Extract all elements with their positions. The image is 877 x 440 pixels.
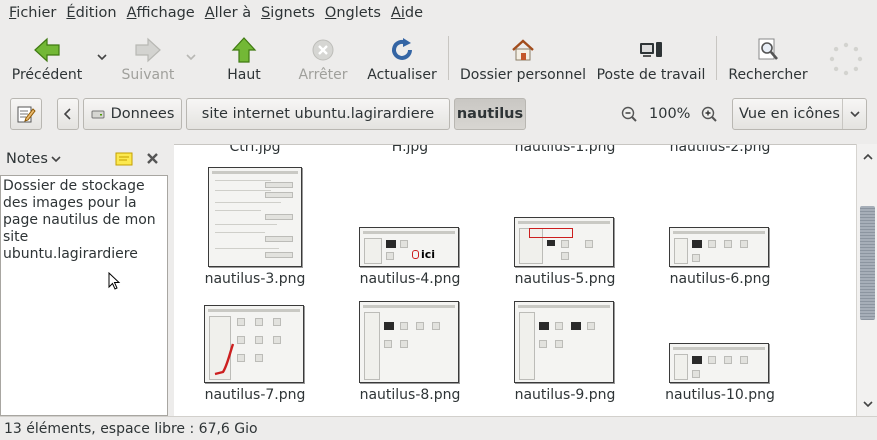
icon-view[interactable]: Ctrl.jpg H.jpg nautilus-1.png nautilus-2… — [174, 144, 856, 416]
zoom-in-icon[interactable] — [701, 106, 717, 122]
toolbar: Précédent Suivant Haut Arrêter Actualise… — [0, 28, 877, 88]
toggle-location-entry-button[interactable] — [10, 98, 42, 130]
breadcrumb-donnees[interactable]: Donnees — [83, 98, 182, 130]
status-bar: 13 éléments, espace libre : 67,6 Gio — [0, 416, 877, 440]
image-thumbnail — [514, 217, 614, 267]
image-thumbnail — [669, 343, 769, 383]
arrow-right-icon — [134, 36, 162, 64]
menu-aide[interactable]: Aide — [386, 5, 428, 21]
side-pane: Notes Dossier de stockage des images pou… — [0, 144, 168, 416]
menu-signets[interactable]: Signets — [256, 5, 320, 21]
breadcrumb-nautilus[interactable]: nautilus — [454, 98, 526, 130]
computer-button[interactable]: Poste de travail — [596, 28, 706, 86]
status-text: 13 éléments, espace libre : 67,6 Gio — [4, 420, 258, 437]
reload-button[interactable]: Actualiser — [366, 28, 438, 86]
toolbar-separator — [448, 36, 449, 80]
arrow-left-icon — [33, 36, 61, 64]
chevron-down-icon — [51, 155, 61, 162]
back-button[interactable]: Précédent — [8, 28, 86, 86]
breadcrumb-site-internet[interactable]: site internet ubuntu.lagirardiere — [186, 98, 450, 130]
close-icon[interactable] — [146, 152, 159, 165]
image-thumbnail — [204, 305, 304, 383]
side-pane-header: Notes — [0, 144, 168, 174]
zoom-level: 100% — [649, 106, 691, 122]
forward-button[interactable]: Suivant — [116, 28, 180, 86]
scrollbar-thumb[interactable] — [860, 206, 875, 320]
activity-spinner-icon — [829, 42, 863, 76]
menu-fichier[interactable]: Fichier — [4, 5, 61, 21]
menu-onglets[interactable]: Onglets — [320, 5, 386, 21]
scroll-down-icon[interactable] — [857, 396, 877, 412]
drive-icon — [91, 110, 105, 119]
chevron-left-icon — [64, 108, 71, 120]
up-button[interactable]: Haut — [216, 28, 272, 86]
side-pane-selector[interactable]: Notes — [0, 151, 61, 167]
reload-icon — [388, 36, 416, 64]
search-icon — [754, 36, 782, 64]
edit-note-icon — [17, 106, 36, 123]
breadcrumb-scroll-left-button[interactable] — [57, 98, 79, 130]
vertical-scrollbar[interactable] — [856, 144, 877, 416]
sticky-note-icon — [115, 152, 133, 166]
mouse-pointer-icon — [108, 272, 121, 290]
notes-textarea[interactable]: Dossier de stockage des images pour la p… — [0, 175, 168, 416]
location-bar: Donnees site internet ubuntu.lagirardier… — [0, 96, 877, 134]
menu-aller[interactable]: Aller à — [200, 5, 256, 21]
image-thumbnail — [514, 301, 614, 383]
search-button[interactable]: Rechercher — [724, 28, 812, 86]
view-mode-select[interactable]: Vue en icônes — [732, 98, 867, 130]
image-thumbnail — [208, 167, 302, 267]
image-thumbnail — [669, 227, 769, 267]
menu-affichage[interactable]: Affichage — [122, 5, 200, 21]
chevron-down-icon — [842, 99, 866, 129]
stop-button[interactable]: Arrêter — [294, 28, 352, 86]
menu-bar: Fichier Édition Affichage Aller à Signet… — [0, 0, 877, 26]
zoom-out-icon[interactable] — [621, 106, 637, 122]
toolbar-separator — [716, 36, 717, 80]
stop-icon — [309, 36, 337, 64]
home-icon — [509, 36, 537, 64]
computer-icon — [637, 36, 665, 64]
image-thumbnail: ici — [359, 227, 459, 267]
arrow-up-icon — [230, 36, 258, 64]
forward-history-chevron-icon[interactable] — [185, 52, 197, 62]
scroll-up-icon[interactable] — [857, 148, 877, 164]
home-button[interactable]: Dossier personnel — [458, 28, 588, 86]
menu-edition[interactable]: Édition — [61, 5, 121, 21]
image-thumbnail — [359, 301, 459, 383]
back-history-chevron-icon[interactable] — [96, 52, 108, 62]
